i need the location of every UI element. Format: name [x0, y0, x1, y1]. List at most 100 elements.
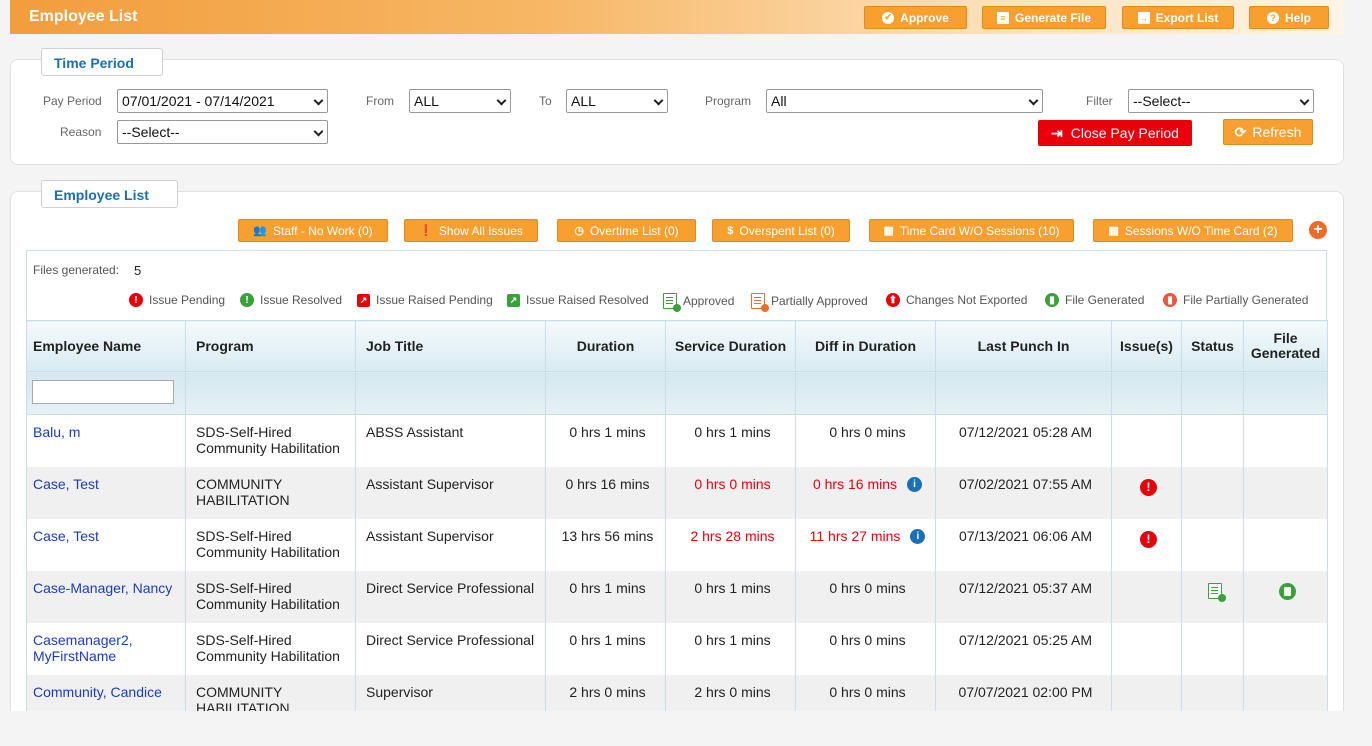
info-icon[interactable]: i [910, 529, 926, 545]
issue-pending-icon: ! [129, 293, 143, 307]
overspent-list-button[interactable]: $ Overspent List (0) [712, 219, 850, 242]
last-punch-cell: 07/02/2021 07:55 AM [935, 466, 1112, 519]
approve-label: Approve [900, 10, 949, 25]
clock-icon: ◷ [574, 225, 584, 237]
to-select[interactable]: ALL [566, 89, 668, 113]
legend-issue-pending: ! Issue Pending [129, 293, 225, 307]
employee-name-filter-input[interactable] [32, 380, 174, 404]
program-cell: SDS-Self-Hired Community Habilitation [185, 622, 356, 675]
program-label: Program [705, 94, 752, 108]
reason-value: --Select-- [122, 124, 180, 140]
last-punch-cell: 07/12/2021 05:28 AM [935, 414, 1112, 467]
employee-name-link[interactable]: Case, Test [33, 528, 99, 544]
file-icon: ≡ [996, 11, 1009, 24]
add-icon[interactable]: + [1309, 221, 1327, 239]
last-punch-cell: 07/12/2021 05:37 AM [935, 570, 1112, 623]
legend-issue-raised-resolved: ↗ Issue Raised Resolved [507, 293, 649, 307]
last-punch-cell: 07/12/2021 05:25 AM [935, 622, 1112, 675]
col-service-duration[interactable]: Service Duration [665, 320, 796, 372]
employee-name-link[interactable]: Case, Test [33, 476, 99, 492]
pay-period-value: 07/01/2021 - 07/14/2021 [122, 93, 275, 109]
staff-no-work-button[interactable]: 👥 Staff - No Work (0) [238, 219, 388, 242]
col-diff-in-duration[interactable]: Diff in Duration [795, 320, 936, 372]
col-status[interactable]: Status [1181, 320, 1244, 372]
refresh-button[interactable]: ⟳ Refresh [1223, 119, 1313, 145]
issue-raised-pending-icon: ↗ [357, 293, 370, 307]
table-row: Case, Test COMMUNITY HABILITATION Assist… [26, 466, 1328, 519]
col-job-title[interactable]: Job Title [355, 320, 546, 372]
col-employee-name[interactable]: Employee Name [26, 320, 186, 372]
legend-label: Issue Raised Pending [376, 293, 493, 307]
program-cell: SDS-Self-Hired Community Habilitation [185, 570, 356, 623]
chevron-down-icon [1028, 95, 1039, 106]
to-label: To [539, 94, 552, 108]
col-program[interactable]: Program [185, 320, 356, 372]
col-file-generated[interactable]: File Generated [1243, 320, 1328, 372]
top-bar: Employee List ✔ Approve ≡ Generate File … [10, 0, 1344, 34]
help-button[interactable]: ? Help [1249, 6, 1329, 29]
col-last-punch-in[interactable]: Last Punch In [935, 320, 1112, 372]
legend-approved: Approved [663, 293, 735, 312]
col-duration[interactable]: Duration [545, 320, 666, 372]
legend-label: Issue Pending [149, 293, 226, 307]
time-card-wo-sessions-button[interactable]: ▦ Time Card W/O Sessions (10) [869, 219, 1074, 242]
employee-name-link[interactable]: Casemanager2, MyFirstName [33, 632, 133, 664]
info-icon[interactable]: i [907, 477, 923, 493]
col-issues[interactable]: Issue(s) [1111, 320, 1182, 372]
table-row: Casemanager2, MyFirstName SDS-Self-Hired… [26, 622, 1328, 675]
generate-file-button[interactable]: ≡ Generate File [982, 6, 1106, 29]
dollar-icon: $ [727, 224, 734, 237]
employee-table: Employee Name Program Job Title Duration… [26, 320, 1328, 727]
program-select[interactable]: All [766, 89, 1043, 113]
files-generated-label: Files generated: [33, 263, 120, 277]
diff-duration-value: 0 hrs 16 mins [812, 475, 898, 492]
export-list-label: Export List [1155, 10, 1219, 25]
from-select[interactable]: ALL [409, 89, 511, 113]
filter-select[interactable]: --Select-- [1128, 89, 1314, 113]
sessions-wo-time-card-button[interactable]: ▦ Sessions W/O Time Card (2) [1093, 219, 1293, 242]
duration-cell: 0 hrs 1 mins [545, 414, 666, 467]
employee-name-link[interactable]: Balu, m [33, 424, 80, 440]
overtime-list-button[interactable]: ◷ Overtime List (0) [557, 219, 696, 242]
table-row: Balu, m SDS-Self-Hired Community Habilit… [26, 414, 1328, 467]
issue-pending-icon[interactable]: ! [1140, 530, 1157, 548]
diff-duration-value: 11 hrs 27 mins [809, 527, 901, 544]
show-all-issues-button[interactable]: ❗ Show All Issues [404, 219, 538, 242]
overtime-list-label: Overtime List (0) [589, 223, 679, 238]
calendar-icon: ▦ [883, 225, 894, 237]
page-bottom [0, 711, 1372, 746]
export-icon: → [1137, 11, 1150, 24]
tab-employee-list[interactable]: Employee List [41, 180, 178, 208]
job-title-cell: Direct Service Professional [355, 570, 546, 623]
table-row: Case-Manager, Nancy SDS-Self-Hired Commu… [26, 570, 1328, 623]
calendar-check-icon: ▦ [1108, 225, 1119, 237]
overspent-list-label: Overspent List (0) [739, 223, 835, 238]
approve-button[interactable]: ✔ Approve [864, 6, 967, 29]
pay-period-select[interactable]: 07/01/2021 - 07/14/2021 [117, 89, 328, 113]
filter-value: --Select-- [1133, 93, 1191, 109]
issue-pending-icon[interactable]: ! [1140, 478, 1157, 496]
service-duration-cell: 0 hrs 0 mins [665, 466, 796, 519]
close-pay-period-button[interactable]: ⇥ Close Pay Period [1038, 120, 1192, 146]
close-pay-period-label: Close Pay Period [1070, 125, 1179, 141]
legend-label: Approved [683, 294, 735, 308]
legend-label: Changes Not Exported [906, 293, 1028, 307]
diff-duration-cell: 0 hrs 0 mins [795, 622, 936, 675]
employee-name-link[interactable]: Case-Manager, Nancy [33, 580, 172, 596]
approved-icon[interactable] [1207, 582, 1226, 602]
sessions-wo-time-card-label: Sessions W/O Time Card (2) [1124, 223, 1278, 238]
program-cell: SDS-Self-Hired Community Habilitation [185, 414, 356, 467]
refresh-label: Refresh [1252, 124, 1302, 140]
legend-file-generated: ▮ File Generated [1045, 293, 1144, 307]
check-circle-icon: ✔ [882, 11, 895, 24]
file-generated-icon[interactable] [1279, 582, 1296, 600]
approved-icon [663, 293, 681, 312]
duration-cell: 13 hrs 56 mins [545, 518, 666, 571]
reason-select[interactable]: --Select-- [117, 120, 328, 144]
export-list-button[interactable]: → Export List [1122, 6, 1234, 29]
program-cell: SDS-Self-Hired Community Habilitation [185, 518, 356, 571]
employee-name-link[interactable]: Community, Candice [33, 684, 162, 700]
duration-cell: 0 hrs 1 mins [545, 570, 666, 623]
duration-cell: 0 hrs 1 mins [545, 622, 666, 675]
tab-time-period[interactable]: Time Period [41, 48, 163, 76]
